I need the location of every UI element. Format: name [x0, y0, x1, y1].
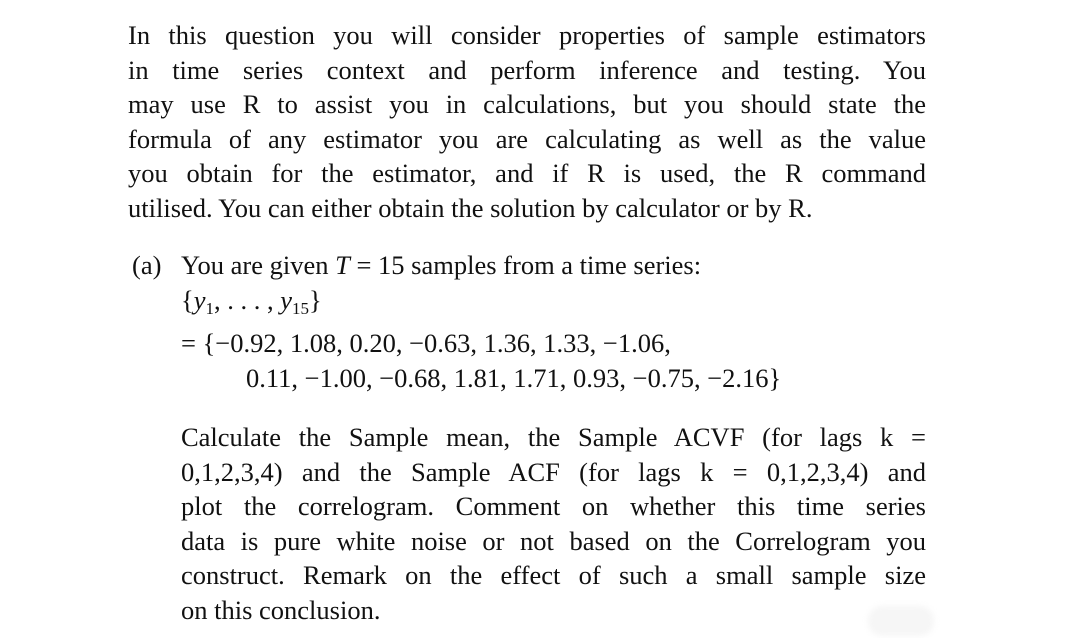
task-line: plot the correlogram. Comment on whether…	[181, 491, 926, 522]
intro-line: may use R to assist you in calculations,…	[128, 89, 926, 120]
part-a-body: You are given T = 15 samples from a time…	[181, 248, 926, 625]
sample-values-line-1: = {−0.92, 1.08, 0.20, −0.63, 1.36, 1.33,…	[181, 328, 671, 359]
intro-line: in time series context and perform infer…	[128, 54, 926, 85]
set-close-brace: }	[309, 284, 322, 315]
set-ellipsis: , . . . ,	[214, 284, 281, 315]
sample-size-variable: T	[335, 250, 350, 280]
question-document: In this question you will consider prope…	[128, 18, 926, 625]
intro-line: formula of any estimator you are calcula…	[128, 123, 926, 154]
part-a-label: (a)	[132, 250, 162, 280]
intro-paragraph: In this question you will consider prope…	[128, 18, 926, 226]
set-notation: {y1, . . . , y15}	[181, 283, 926, 327]
intro-line: utilised. You can either obtain the solu…	[128, 192, 813, 223]
sample-values-line-2: 0.11, −1.00, −0.68, 1.81, 1.71, 0.93, −0…	[246, 362, 782, 393]
set-open-brace: {	[181, 284, 194, 315]
scan-smudge	[868, 606, 934, 636]
task-line: on this conclusion.	[181, 594, 381, 625]
task-line: 0,1,2,3,4) and the Sample ACF (for lags …	[181, 456, 926, 487]
task-line: construct. Remark on the effect of such …	[181, 560, 926, 591]
intro-line: In this question you will consider prope…	[128, 20, 926, 50]
given-statement: You are given T = 15 samples from a time…	[181, 248, 926, 283]
task-line: Calculate the Sample mean, the Sample AC…	[181, 422, 926, 452]
task-paragraph: Calculate the Sample mean, the Sample AC…	[181, 420, 926, 628]
set-var-first: y	[193, 284, 206, 315]
task-line: data is pure white noise or not based on…	[181, 525, 926, 556]
intro-line: you obtain for the estimator, and if R i…	[128, 158, 926, 189]
set-sub-last: 15	[292, 298, 310, 318]
set-var-last: y	[280, 284, 293, 315]
given-prefix: You are given	[181, 250, 336, 280]
set-sub-first: 1	[205, 298, 215, 318]
given-suffix: = 15 samples from a time series:	[349, 250, 702, 280]
